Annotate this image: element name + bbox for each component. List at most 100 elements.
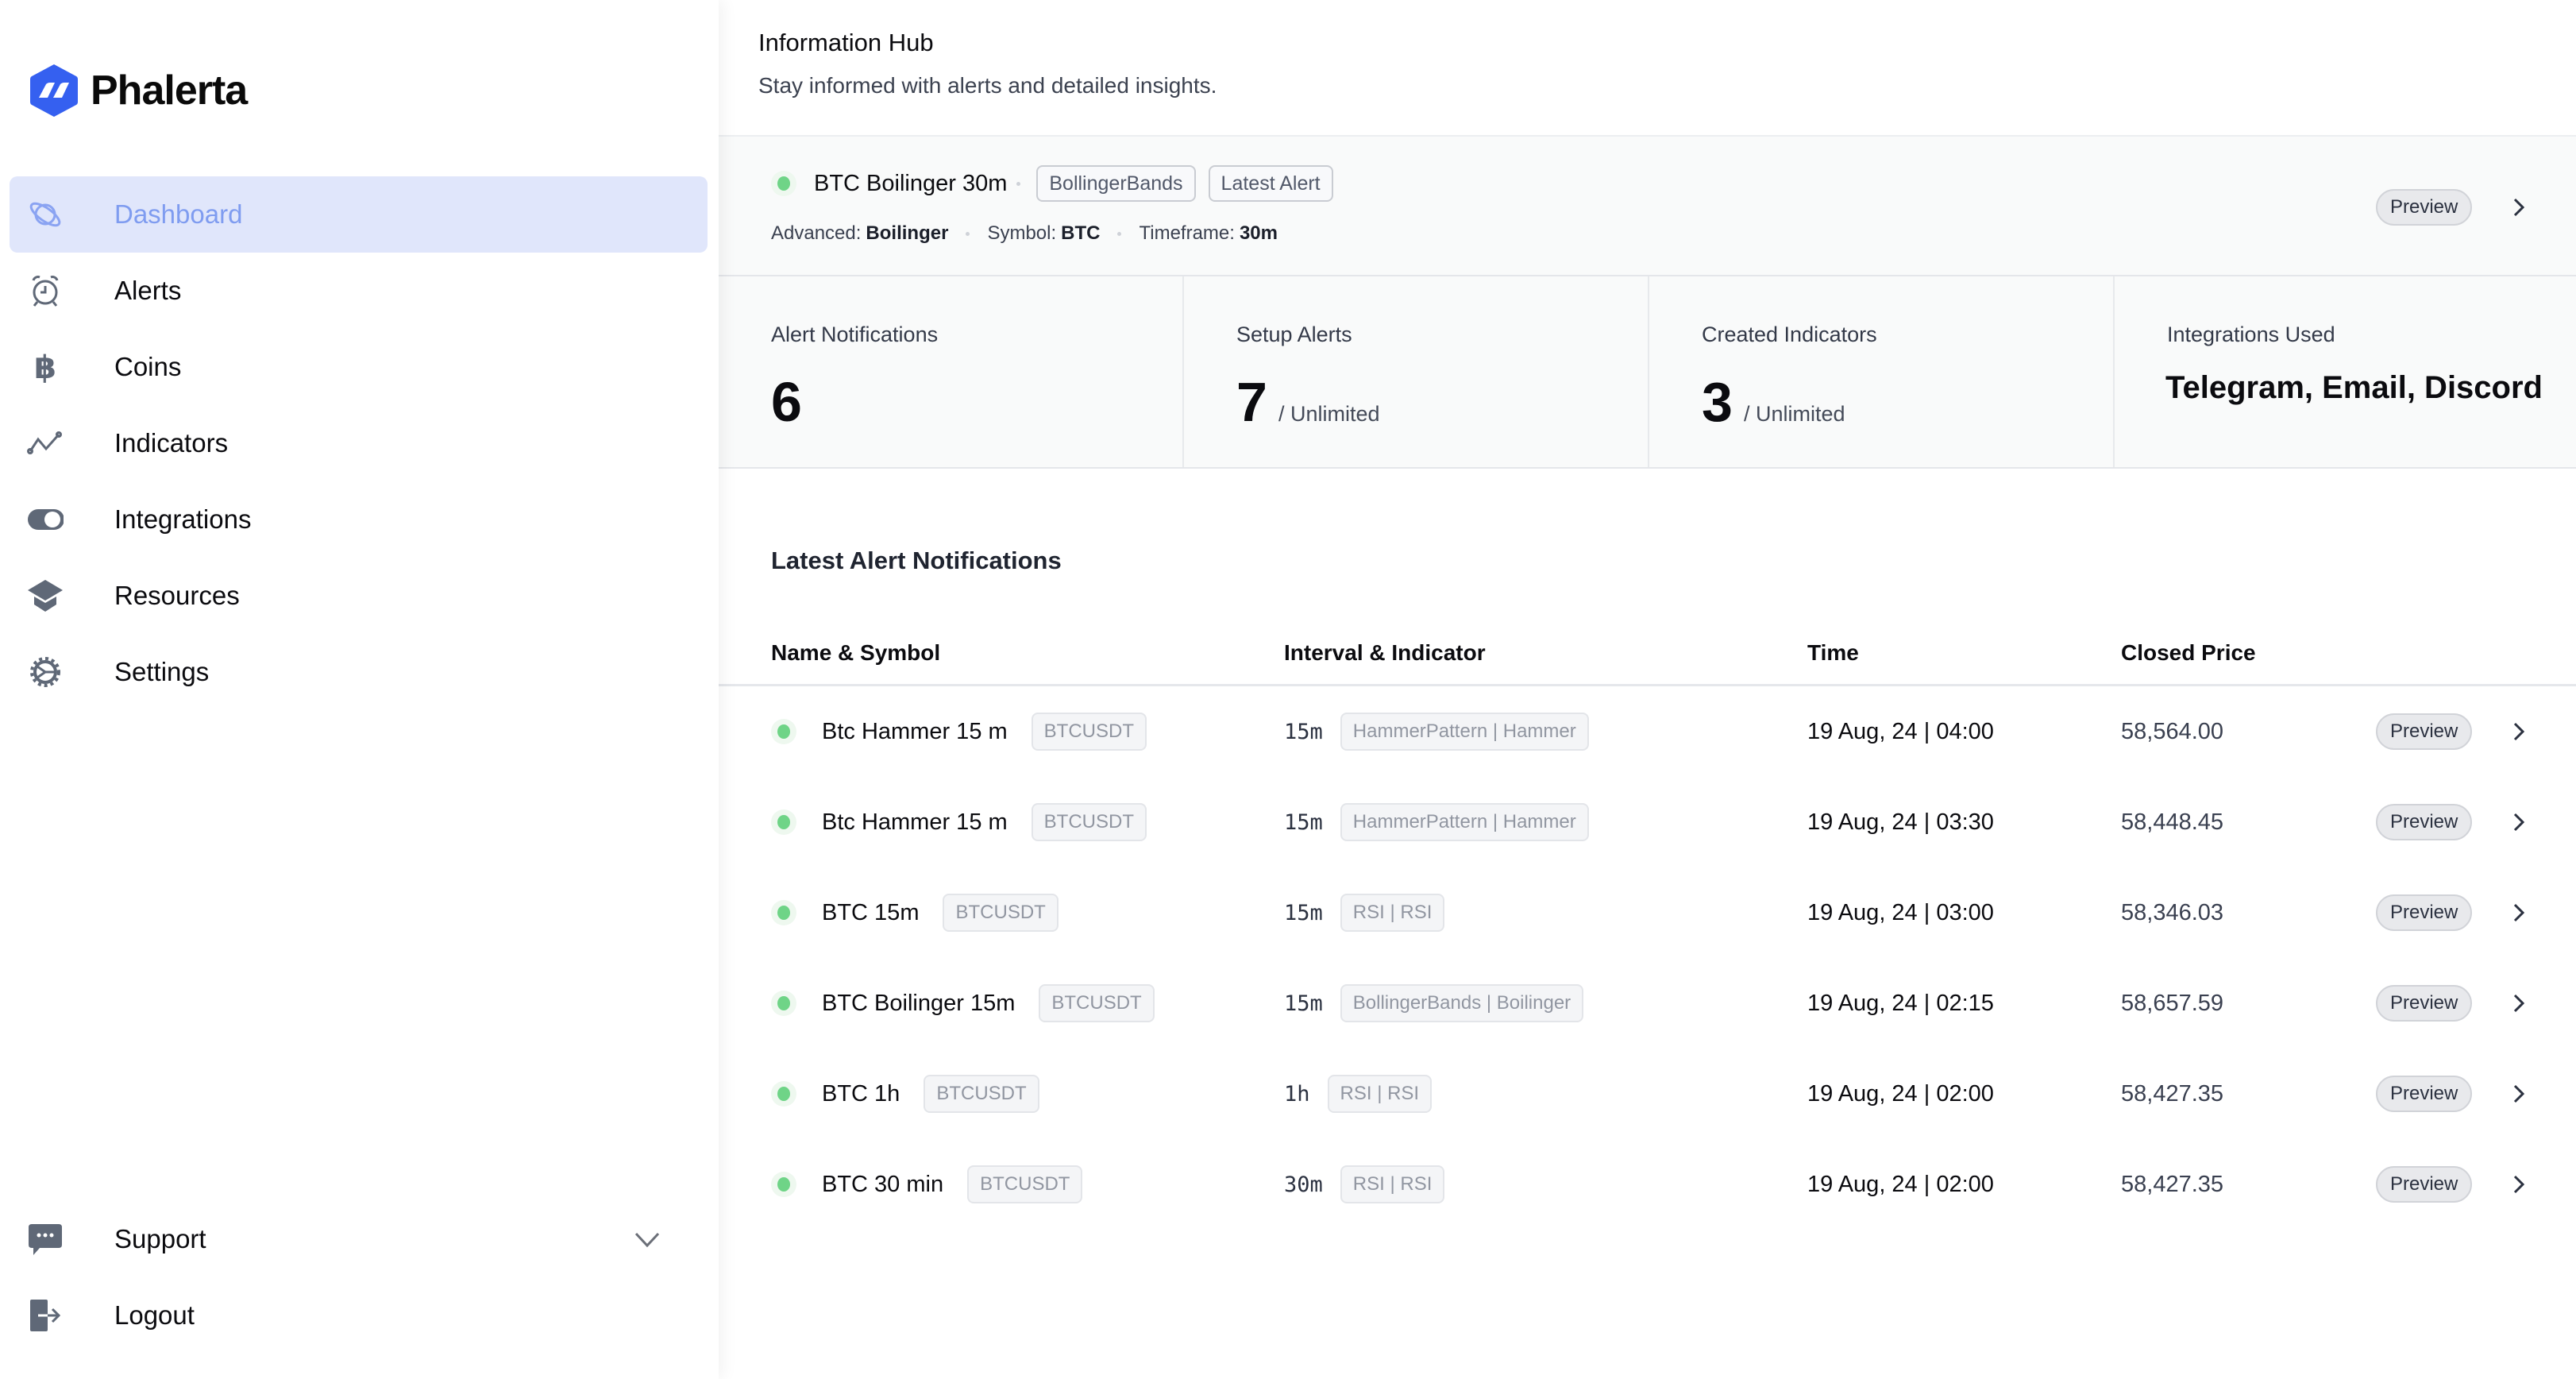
table-header: Name & Symbol Interval & Indicator Time … (719, 635, 2576, 686)
time-cell: 19 Aug, 24 | 03:30 (1807, 777, 1994, 867)
status-dot (777, 1177, 790, 1192)
main-content: Information Hub Stay informed with alert… (719, 0, 2576, 1379)
brand-logo[interactable]: Phalerta (29, 62, 248, 119)
name-cell: Btc Hammer 15 m BTCUSDT (771, 686, 1147, 777)
chevron-right-icon[interactable] (2507, 1172, 2531, 1196)
latest-alert-badge: Latest Alert (1208, 165, 1333, 202)
sidebar-item-support[interactable]: Support (10, 1201, 708, 1277)
timeframe-value: 30m (1239, 222, 1278, 244)
stat-alert-notifications: Alert Notifications 6 (719, 276, 1184, 467)
chevron-right-icon[interactable] (2507, 901, 2531, 925)
name-cell: BTC 1h BTCUSDT (771, 1049, 1039, 1139)
stat-created-indicators: Created Indicators 3 / Unlimited (1649, 276, 2115, 467)
sidebar-item-alerts[interactable]: Alerts (10, 253, 708, 329)
time-cell: 19 Aug, 24 | 02:00 (1807, 1139, 1994, 1230)
sidebar-item-label: Logout (114, 1300, 195, 1330)
preview-button[interactable]: Preview (2376, 894, 2473, 931)
sidebar-item-label: Indicators (114, 428, 229, 458)
preview-button[interactable]: Preview (2376, 189, 2473, 226)
indicator-tag: HammerPattern | Hammer (1340, 713, 1589, 751)
latest-alert-meta: Advanced: Boilinger Symbol: BTC Timefram… (771, 222, 1278, 245)
alert-time: 19 Aug, 24 | 03:30 (1807, 809, 1994, 835)
stat-value: 3 (1702, 371, 1733, 433)
stat-limit: / Unlimited (1278, 402, 1380, 426)
interval-cell: 15m RSI | RSI (1284, 867, 1445, 958)
latest-alert-banner[interactable]: BTC Boilinger 30m BollingerBands Latest … (719, 135, 2576, 276)
sidebar-item-label: Integrations (114, 504, 252, 534)
interval-cell: 1h RSI | RSI (1284, 1049, 1433, 1139)
latest-alert-name: BTC Boilinger 30m (814, 170, 1008, 196)
table-row[interactable]: Btc Hammer 15 m BTCUSDT 15m HammerPatter… (719, 686, 2576, 777)
line-chart-icon (27, 425, 64, 462)
column-header-time: Time (1807, 640, 1859, 665)
stat-value: Telegram, Email, Discord (2165, 370, 2543, 405)
chevron-right-icon[interactable] (2507, 1082, 2531, 1106)
preview-button[interactable]: Preview (2376, 1166, 2473, 1203)
sidebar-item-dashboard[interactable]: Dashboard (10, 176, 708, 253)
symbol-tag: BTCUSDT (1031, 803, 1147, 841)
symbol-value: BTC (1061, 222, 1101, 244)
alert-name: Btc Hammer 15 m (822, 718, 1008, 744)
sidebar-item-label: Dashboard (114, 199, 243, 229)
interval-cell: 15m BollingerBands | Boilinger (1284, 958, 1584, 1049)
symbol-tag: BTCUSDT (967, 1165, 1083, 1203)
page-title: Information Hub (758, 29, 934, 56)
separator-dot (966, 231, 970, 236)
table-row[interactable]: BTC 1h BTCUSDT 1h RSI | RSI 19 Aug, 24 |… (719, 1049, 2576, 1139)
indicator-tag: BollingerBands (1036, 165, 1196, 202)
chevron-right-icon[interactable] (2507, 720, 2531, 744)
alert-time: 19 Aug, 24 | 04:00 (1807, 718, 1994, 744)
stat-label: Setup Alerts (1236, 323, 1352, 346)
sidebar-item-indicators[interactable]: Indicators (10, 405, 708, 481)
closed-price: 58,448.45 (2121, 809, 2224, 835)
alert-time: 19 Aug, 24 | 02:15 (1807, 990, 1994, 1016)
phalerta-logo-icon (30, 64, 78, 117)
closed-price: 58,657.59 (2121, 990, 2224, 1016)
status-indicator (771, 719, 796, 744)
svg-text:฿: ฿ (34, 350, 56, 385)
alert-name: BTC 30 min (822, 1171, 944, 1197)
interval-cell: 15m HammerPattern | Hammer (1284, 777, 1589, 867)
price-cell: 58,448.45 (2121, 777, 2223, 867)
table-row[interactable]: BTC Boilinger 15m BTCUSDT 15m BollingerB… (719, 958, 2576, 1049)
interval-value: 15m (1284, 719, 1323, 744)
preview-button[interactable]: Preview (2376, 985, 2473, 1022)
separator-dot (1016, 181, 1021, 186)
column-header-name: Name & Symbol (771, 640, 941, 665)
sidebar-item-resources[interactable]: Resources (10, 558, 708, 634)
table-row[interactable]: BTC 30 min BTCUSDT 30m RSI | RSI 19 Aug,… (719, 1139, 2576, 1230)
chevron-down-icon[interactable] (631, 1223, 663, 1255)
price-cell: 58,427.35 (2121, 1049, 2223, 1139)
preview-button[interactable]: Preview (2376, 713, 2473, 750)
section-title: Latest Alert Notifications (771, 547, 1062, 574)
alarm-clock-icon (27, 272, 64, 309)
table-row[interactable]: Btc Hammer 15 m BTCUSDT 15m HammerPatter… (719, 777, 2576, 867)
indicator-tag: HammerPattern | Hammer (1340, 803, 1589, 841)
status-dot (777, 724, 790, 739)
alert-name: Btc Hammer 15 m (822, 809, 1008, 835)
status-dot (777, 996, 790, 1010)
table-row[interactable]: BTC 15m BTCUSDT 15m RSI | RSI 19 Aug, 24… (719, 867, 2576, 958)
symbol-tag: BTCUSDT (924, 1075, 1039, 1113)
logout-icon (27, 1297, 64, 1334)
symbol-label: Symbol: (987, 222, 1057, 244)
status-indicator (771, 900, 796, 925)
chevron-right-icon[interactable] (2507, 195, 2531, 219)
graduation-cap-icon (27, 577, 64, 614)
symbol-tag: BTCUSDT (943, 894, 1059, 932)
stats-row: Alert Notifications 6 Setup Alerts 7 / Un… (719, 276, 2576, 469)
preview-button[interactable]: Preview (2376, 804, 2473, 840)
alert-name: BTC 15m (822, 899, 920, 925)
status-indicator (771, 991, 796, 1016)
preview-button[interactable]: Preview (2376, 1076, 2473, 1112)
closed-price: 58,346.03 (2121, 899, 2224, 925)
sidebar-item-integrations[interactable]: Integrations (10, 481, 708, 558)
planet-icon (27, 196, 64, 233)
chevron-right-icon[interactable] (2507, 810, 2531, 834)
chevron-right-icon[interactable] (2507, 991, 2531, 1015)
sidebar-item-settings[interactable]: Settings (10, 634, 708, 710)
sidebar-item-coins[interactable]: ฿ Coins (10, 329, 708, 405)
sidebar-item-logout[interactable]: Logout (10, 1277, 708, 1354)
name-cell: Btc Hammer 15 m BTCUSDT (771, 777, 1147, 867)
interval-value: 15m (1284, 991, 1323, 1016)
